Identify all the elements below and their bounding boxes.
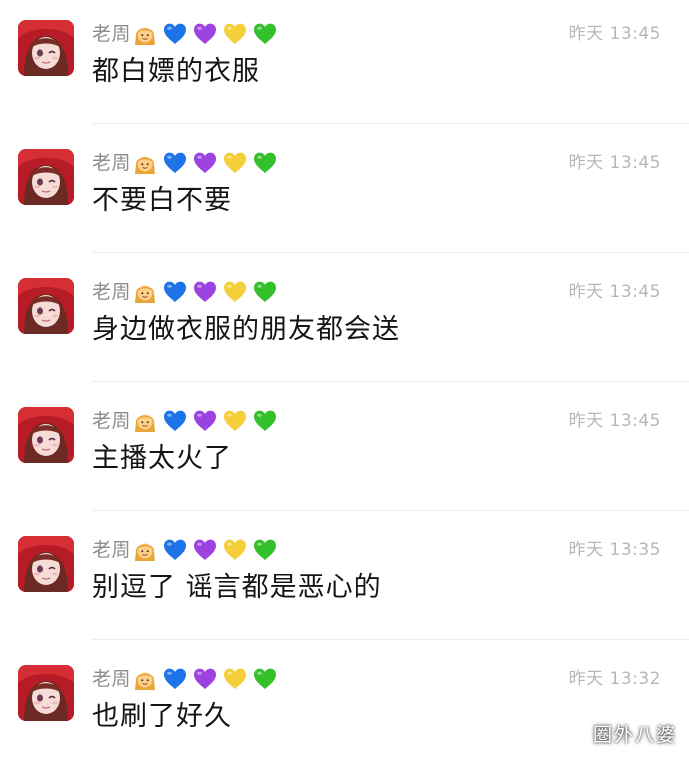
blue-heart-icon [162,150,188,176]
message-text: 不要白不要 [92,185,232,216]
yellow-heart-icon [222,21,248,47]
person-emoji [132,537,158,563]
message-text: 别逗了 谣言都是恶心的 [92,572,382,603]
message-timestamp: 昨天 13:45 [568,153,661,173]
message-text: 都白嫖的衣服 [92,56,260,87]
green-heart-icon [252,150,278,176]
avatar-illustration [18,149,74,205]
avatar[interactable] [18,536,74,592]
sender-name: 老周 [92,281,132,303]
sender-row: 老周 [92,149,278,177]
yellow-heart-icon [222,279,248,305]
blue-heart-icon [162,537,188,563]
blue-heart-icon [162,408,188,434]
avatar[interactable] [18,665,74,721]
person-emoji [132,408,158,434]
message-row[interactable]: 老周 昨天 13:45 都白嫖的衣服 [0,0,689,124]
message-timestamp: 昨天 13:45 [568,24,661,44]
sender-name: 老周 [92,539,132,561]
message-row[interactable]: 老周 昨天 13:45 身边做衣服的朋友都会送 [0,258,689,382]
avatar-illustration [18,665,74,721]
purple-heart-icon [192,666,218,692]
avatar[interactable] [18,20,74,76]
green-heart-icon [252,408,278,434]
green-heart-icon [252,666,278,692]
purple-heart-icon [192,537,218,563]
sender-row: 老周 [92,665,278,693]
blue-heart-icon [162,666,188,692]
message-row[interactable]: 老周 昨天 13:32 也刷了好久 [0,645,689,763]
person-emoji [132,21,158,47]
purple-heart-icon [192,408,218,434]
person-emoji [132,279,158,305]
person-emoji [132,666,158,692]
avatar[interactable] [18,149,74,205]
purple-heart-icon [192,150,218,176]
message-text: 身边做衣服的朋友都会送 [92,314,400,345]
message-timestamp: 昨天 13:35 [568,540,661,560]
avatar-illustration [18,536,74,592]
message-list: 老周 昨天 13:45 都白嫖的衣服 老周 昨天 13:45 不要白不要 老周 … [0,0,689,759]
purple-heart-icon [192,21,218,47]
blue-heart-icon [162,21,188,47]
message-row[interactable]: 老周 昨天 13:45 不要白不要 [0,129,689,253]
yellow-heart-icon [222,150,248,176]
avatar[interactable] [18,407,74,463]
sender-row: 老周 [92,20,278,48]
message-row[interactable]: 老周 昨天 13:45 主播太火了 [0,387,689,511]
sender-row: 老周 [92,407,278,435]
sender-row: 老周 [92,278,278,306]
message-text: 主播太火了 [92,443,232,474]
message-text: 也刷了好久 [92,701,232,732]
person-emoji [132,150,158,176]
avatar-illustration [18,20,74,76]
sender-row: 老周 [92,536,278,564]
sender-name: 老周 [92,23,132,45]
avatar[interactable] [18,278,74,334]
message-timestamp: 昨天 13:45 [568,282,661,302]
sender-name: 老周 [92,410,132,432]
blue-heart-icon [162,279,188,305]
purple-heart-icon [192,279,218,305]
watermark: 圈外八婆 [592,724,677,746]
message-timestamp: 昨天 13:45 [568,411,661,431]
green-heart-icon [252,21,278,47]
yellow-heart-icon [222,537,248,563]
sender-name: 老周 [92,152,132,174]
avatar-illustration [18,407,74,463]
yellow-heart-icon [222,666,248,692]
green-heart-icon [252,279,278,305]
green-heart-icon [252,537,278,563]
message-timestamp: 昨天 13:32 [568,669,661,689]
avatar-illustration [18,278,74,334]
sender-name: 老周 [92,668,132,690]
yellow-heart-icon [222,408,248,434]
message-row[interactable]: 老周 昨天 13:35 别逗了 谣言都是恶心的 [0,516,689,640]
